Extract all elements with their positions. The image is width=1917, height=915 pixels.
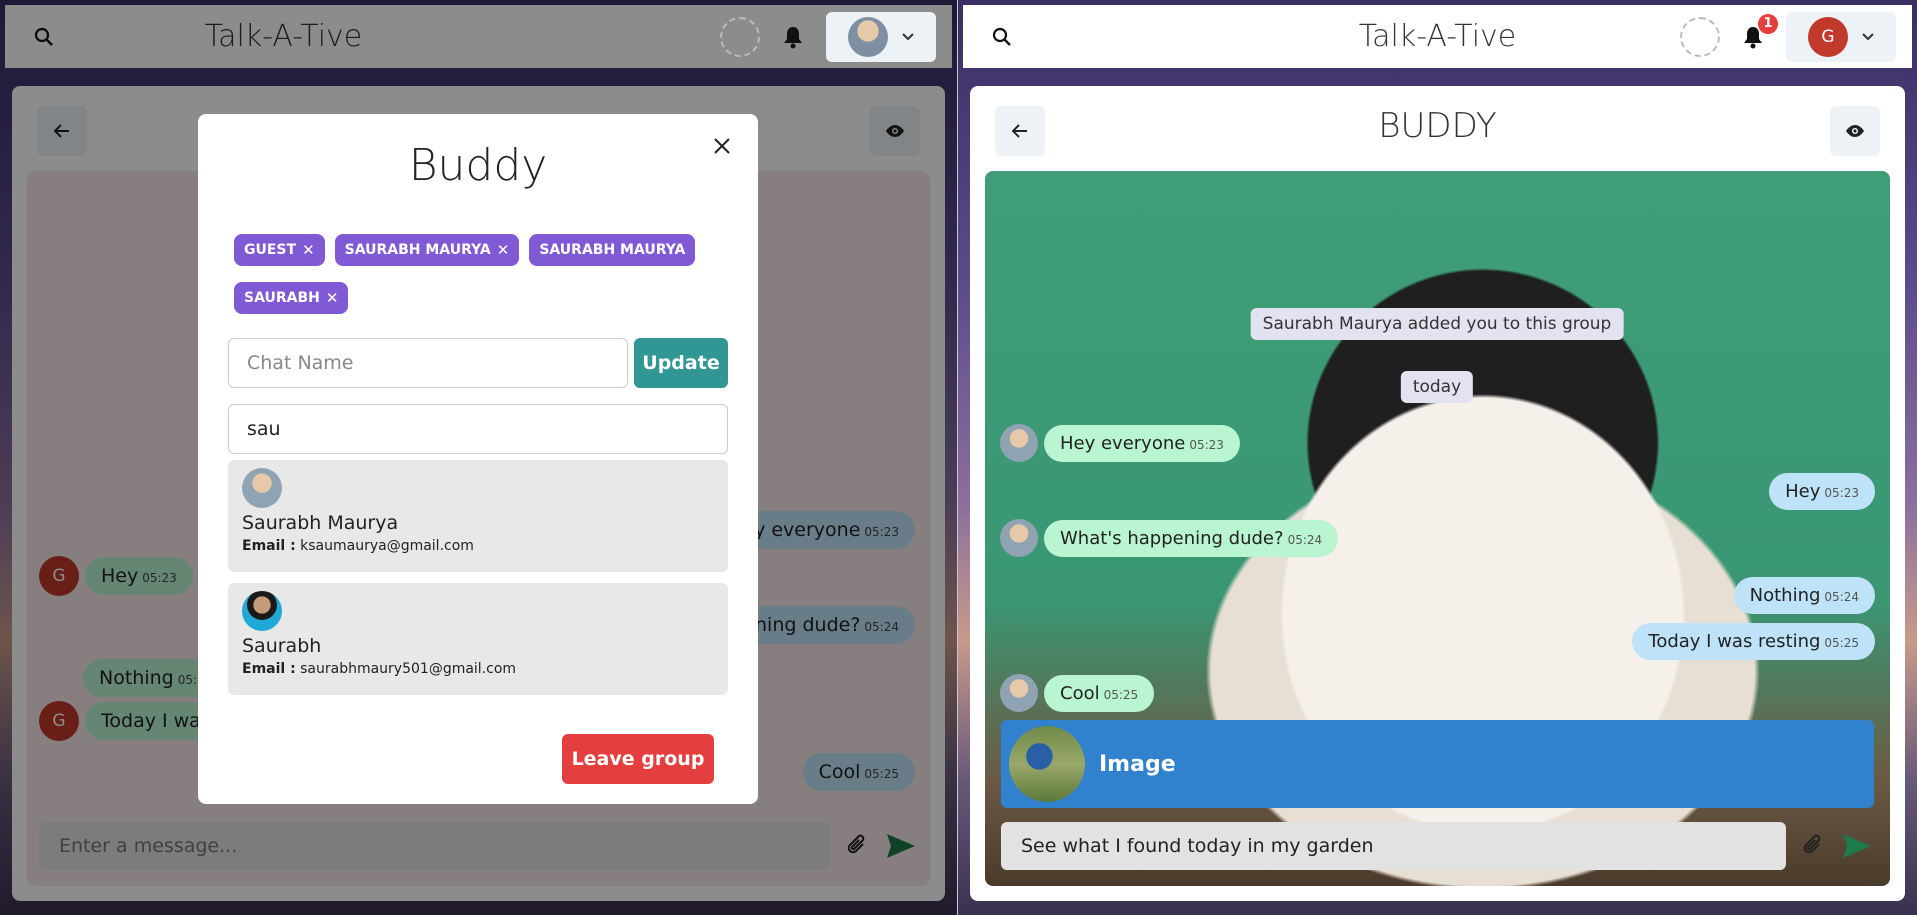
user-name: Saurabh Maurya	[242, 512, 399, 534]
message-row: Today I was resting 05:25	[1632, 623, 1875, 660]
message-row: Hey everyone 05:23	[1000, 424, 1240, 462]
attachment-label: Image	[1099, 751, 1176, 777]
message-bubble: Hey everyone 05:23	[1044, 424, 1240, 462]
member-tag: SAURABH ✕	[234, 282, 349, 314]
avatar	[1000, 424, 1038, 462]
group-settings-modal: Buddy GUEST ✕ SAURABH MAURYA ✕ SAURABH MAU…	[198, 114, 758, 804]
remove-member-icon[interactable]: ✕	[302, 241, 315, 259]
notification-badge: 1	[1758, 13, 1778, 34]
avatar	[1000, 674, 1038, 712]
chat-title: BUDDY	[1378, 106, 1497, 146]
view-details-button[interactable]	[1830, 106, 1880, 156]
add-user-input[interactable]	[228, 404, 728, 454]
member-tag: GUEST ✕	[234, 234, 325, 266]
leave-group-button[interactable]: Leave group	[562, 734, 714, 784]
send-icon	[1843, 834, 1871, 858]
message-bubble: Today I was resting 05:25	[1632, 623, 1875, 660]
notification-button[interactable]	[778, 22, 808, 52]
date-separator: today	[1400, 371, 1474, 403]
eye-icon	[1846, 125, 1864, 137]
chat-name-input[interactable]	[228, 338, 628, 388]
loading-spinner-icon	[1680, 16, 1720, 57]
user-email: Email : saurabhmaury501@gmail.com	[242, 661, 517, 677]
chevron-down-icon	[1862, 32, 1874, 40]
update-button[interactable]: Update	[634, 338, 728, 388]
message-row: Cool 05:25	[1000, 674, 1155, 712]
remove-member-icon[interactable]: ✕	[326, 289, 339, 307]
avatar	[242, 591, 282, 631]
bell-icon	[784, 26, 802, 48]
left-window: Talk-A-Tive ey everyone 05:23 G Hey 05:23	[0, 0, 957, 915]
message-bubble: Hey 05:23	[1769, 473, 1875, 510]
user-name: Saurabh	[242, 635, 322, 657]
profile-menu-button[interactable]	[826, 11, 936, 62]
chevron-down-icon	[902, 32, 914, 40]
user-result-item[interactable]: Saurabh Maurya Email : ksaumaurya@gmail.…	[228, 460, 728, 572]
right-window: Talk-A-Tive 1 G BUDDY Saurabh Maurya add…	[958, 0, 1917, 915]
system-message: Saurabh Maurya added you to this group	[1250, 308, 1624, 340]
notification-button[interactable]: 1	[1738, 13, 1778, 52]
message-row: Nothing 05:24	[1733, 577, 1875, 614]
message-input[interactable]	[1001, 822, 1786, 870]
message-bubble: What's happening dude? 05:24	[1044, 519, 1339, 557]
add-user-search	[228, 404, 728, 454]
close-button[interactable]	[706, 130, 738, 162]
close-icon	[714, 138, 730, 154]
message-bubble: Nothing 05:24	[1733, 577, 1875, 614]
message-row: Hey 05:23	[1769, 473, 1875, 510]
message-bubble: Cool 05:25	[1044, 674, 1155, 712]
remove-member-icon[interactable]: ✕	[497, 241, 510, 259]
avatar: G	[1808, 16, 1848, 57]
send-button[interactable]	[1840, 829, 1874, 863]
message-row: What's happening dude? 05:24	[1000, 519, 1339, 557]
paperclip-icon	[1803, 834, 1821, 854]
search-button[interactable]	[979, 14, 1025, 60]
modal-title: Buddy	[408, 140, 548, 191]
top-bar: Talk-A-Tive 1 G	[963, 5, 1912, 68]
attachment-thumbnail	[1009, 726, 1085, 802]
profile-menu-button[interactable]: G	[1786, 11, 1896, 62]
user-result-item[interactable]: Saurabh Email : saurabhmaury501@gmail.co…	[228, 583, 728, 695]
user-email: Email : ksaumaurya@gmail.com	[242, 538, 474, 554]
attachment-preview[interactable]: Image	[1001, 720, 1874, 808]
search-icon	[992, 27, 1011, 46]
attach-button[interactable]	[1796, 829, 1830, 863]
avatar	[242, 468, 282, 508]
member-tag: SAURABH MAURYA ✕	[334, 234, 520, 266]
member-tags: GUEST ✕ SAURABH MAURYA ✕ SAURABH MAURYA SA…	[234, 234, 728, 314]
loading-spinner-icon	[720, 16, 760, 57]
avatar	[848, 16, 888, 57]
message-input-row	[1001, 821, 1874, 871]
rename-row: Update	[228, 338, 728, 388]
avatar	[1000, 519, 1038, 557]
chat-card: BUDDY Saurabh Maurya added you to this g…	[970, 86, 1905, 901]
chat-area: Saurabh Maurya added you to this group t…	[985, 171, 1890, 886]
member-tag: SAURABH MAURYA	[529, 234, 696, 266]
